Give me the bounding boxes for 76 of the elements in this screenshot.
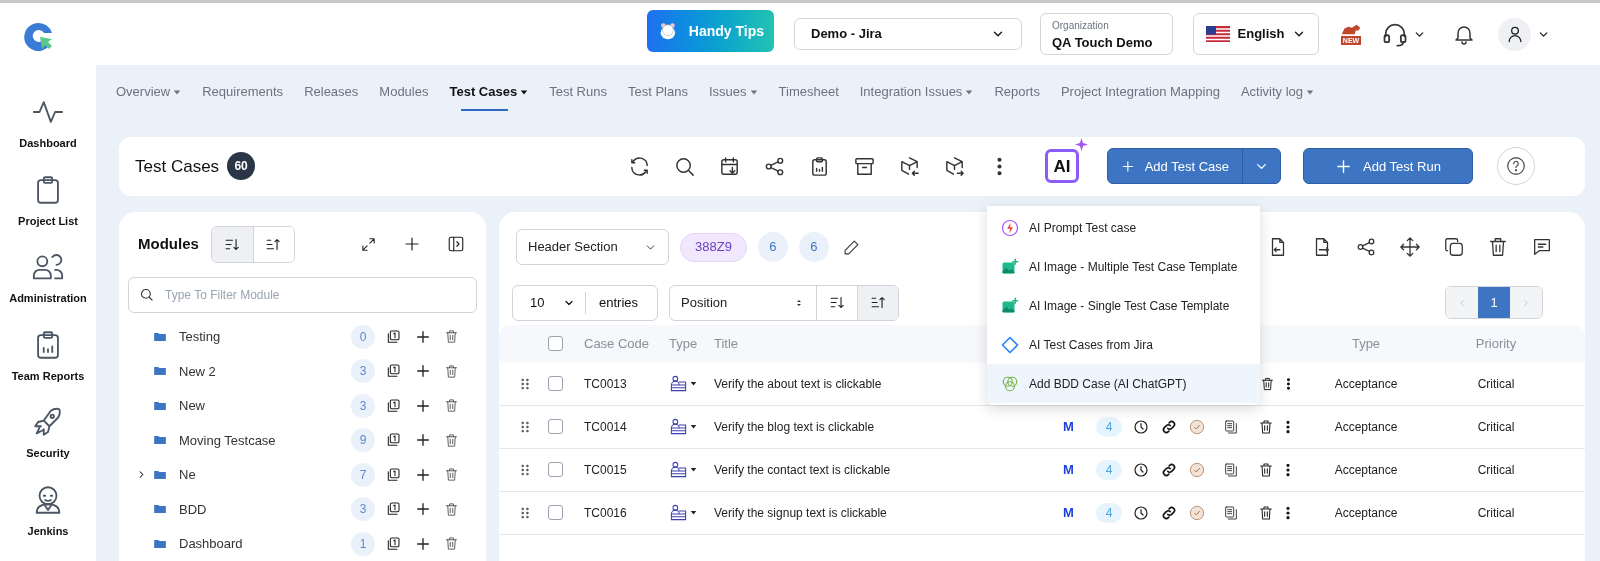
count-badge: 3 bbox=[351, 359, 375, 384]
organization-name: QA Touch Demo bbox=[1052, 34, 1154, 52]
panel-title: Modules bbox=[138, 233, 199, 254]
table-cell-text: TC0014 bbox=[584, 418, 628, 436]
nav-tab[interactable]: Project Integration Mapping bbox=[1060, 73, 1220, 111]
page-title: Test Cases bbox=[135, 155, 220, 178]
nav-tab[interactable]: Integration Issues bbox=[859, 73, 974, 111]
module-name[interactable]: Moving Testcase bbox=[179, 430, 276, 450]
nav-tab[interactable]: Modules bbox=[379, 73, 429, 111]
count-badge: 4 bbox=[1096, 416, 1122, 437]
table-cell-text: Critical bbox=[1476, 504, 1516, 522]
project-select[interactable]: Demo - Jira bbox=[794, 18, 1022, 50]
menu-item[interactable]: AI Image - Multiple Test Case Template bbox=[987, 247, 1260, 286]
sidebar-item[interactable]: Team Reports bbox=[11, 367, 85, 384]
count-badge: 6 bbox=[757, 232, 788, 262]
table-cell-text: Critical bbox=[1476, 375, 1516, 393]
nav-tab[interactable]: Reports bbox=[994, 73, 1040, 111]
module-name[interactable]: New bbox=[179, 396, 205, 416]
menu-item[interactable]: AI Test Cases from Jira bbox=[987, 325, 1260, 364]
nav-tab[interactable]: Activity log bbox=[1240, 73, 1315, 111]
nav-tab[interactable]: Timesheet bbox=[778, 73, 839, 111]
module-name[interactable]: Ne bbox=[179, 465, 196, 485]
language-select[interactable]: English bbox=[1193, 13, 1319, 55]
sidebar-item[interactable]: Administration bbox=[9, 290, 87, 307]
table-cell-text: Acceptance bbox=[1333, 504, 1399, 522]
table-cell-text: Critical bbox=[1476, 418, 1516, 436]
organization-label: Organization bbox=[1052, 19, 1110, 33]
nav-tab[interactable]: Overview bbox=[116, 73, 182, 111]
module-name[interactable]: Testing bbox=[179, 327, 221, 347]
table-cell-text: Acceptance bbox=[1333, 418, 1399, 436]
section-select[interactable]: Header Section bbox=[516, 229, 669, 265]
count-badge: 0 bbox=[351, 324, 375, 349]
count-badge: 3 bbox=[351, 393, 375, 418]
count-badge: 3 bbox=[351, 497, 375, 522]
table-cell-text: Critical bbox=[1476, 461, 1516, 479]
manual-mark: M bbox=[1063, 503, 1075, 522]
nav-tab[interactable]: Requirements bbox=[202, 73, 284, 111]
table-cell-text: TC0015 bbox=[584, 461, 628, 479]
count-badge: 6 bbox=[798, 232, 829, 262]
count-badge: 1 bbox=[351, 531, 375, 556]
count-badge: 7 bbox=[351, 462, 375, 487]
table-cell-text: Acceptance bbox=[1333, 461, 1399, 479]
nav-tab[interactable]: Test Runs bbox=[549, 73, 607, 111]
module-name[interactable]: Dashboard bbox=[179, 534, 243, 554]
count-badge: 4 bbox=[1096, 459, 1122, 480]
tag: 388Z9 bbox=[680, 232, 747, 262]
sidebar-item[interactable]: Project List bbox=[18, 212, 78, 229]
sidebar-item[interactable]: Dashboard bbox=[19, 135, 77, 152]
page-button[interactable]: 1 bbox=[1478, 287, 1510, 318]
nav-tab[interactable]: Issues bbox=[708, 73, 758, 111]
menu-item[interactable]: Add BDD Case (AI ChatGPT) bbox=[987, 364, 1260, 403]
nav-tab[interactable]: Test Plans bbox=[627, 73, 688, 111]
entries-label: entries bbox=[599, 293, 639, 312]
table-cell[interactable]: Verify the blog text is clickable bbox=[714, 417, 1061, 436]
table-cell-text: Acceptance bbox=[1333, 375, 1399, 393]
table-cell[interactable]: Verify the contact text is clickable bbox=[714, 460, 1061, 479]
sidebar-item[interactable]: Security bbox=[26, 445, 70, 462]
module-name[interactable]: BDD bbox=[179, 499, 207, 519]
menu-item[interactable]: AI Prompt Test case bbox=[987, 208, 1260, 247]
add-test-run-button[interactable]: Add Test Run bbox=[1303, 148, 1473, 185]
nav-tab[interactable]: Test Cases bbox=[449, 73, 529, 111]
manual-mark: M bbox=[1063, 417, 1075, 436]
page-size-select[interactable]: 10 bbox=[513, 292, 585, 313]
count-badge: 60 bbox=[227, 152, 256, 181]
nav-tab[interactable]: Releases bbox=[304, 73, 359, 111]
ai-button[interactable]: AI bbox=[1045, 149, 1079, 184]
table-cell-text: TC0013 bbox=[584, 375, 628, 393]
sidebar-item[interactable]: Jenkins bbox=[27, 522, 69, 539]
table-cell-text: TC0016 bbox=[584, 504, 628, 522]
count-badge: 9 bbox=[351, 428, 375, 453]
manual-mark: M bbox=[1063, 460, 1075, 479]
filter-field[interactable]: Type To Filter Module bbox=[128, 276, 477, 313]
table-cell[interactable]: Verify the signup text is clickable bbox=[714, 503, 1061, 522]
module-name[interactable]: New 2 bbox=[179, 361, 216, 381]
menu-item[interactable]: AI Image - Single Test Case Template bbox=[987, 286, 1260, 325]
count-badge: 4 bbox=[1096, 502, 1122, 523]
